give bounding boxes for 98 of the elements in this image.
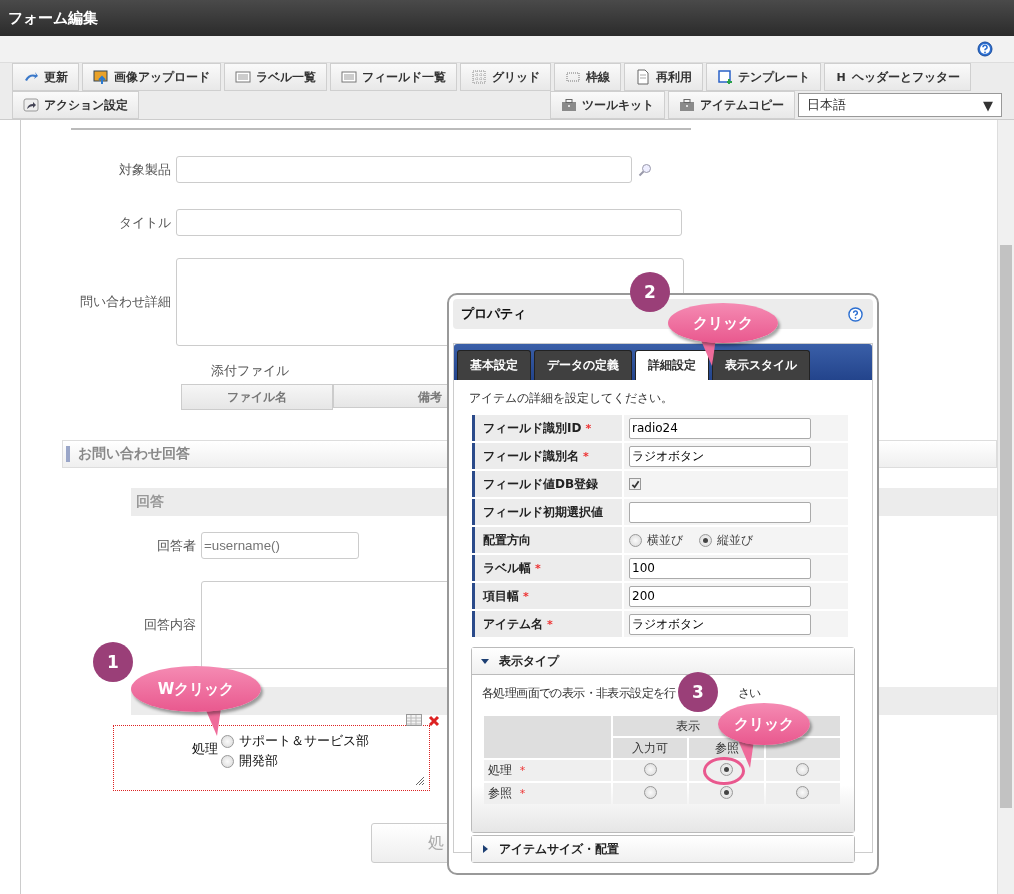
accordion-header[interactable]: アイテムサイズ・配置 [472, 836, 854, 862]
list-icon [341, 69, 357, 85]
input-field[interactable]: 200 [629, 585, 811, 607]
radio-button[interactable] [221, 754, 234, 768]
radio-button[interactable] [629, 533, 642, 547]
instruction-text: 各処理画面での表示・非表示設定を行 [482, 685, 676, 702]
radio-button[interactable] [720, 762, 734, 776]
checkbox[interactable] [629, 478, 641, 490]
column-header: 表示 [676, 718, 701, 733]
table-icon[interactable] [406, 714, 422, 726]
property-label: ラベル幅 [483, 559, 531, 577]
toolbar-button[interactable]: 更新 [12, 63, 79, 91]
toolbar-button[interactable]: H ヘッダーとフッター [824, 63, 971, 91]
radio-button[interactable] [643, 762, 657, 776]
input-field[interactable]: =username() [201, 532, 359, 559]
panel-title: プロパティ [461, 305, 526, 323]
column-header: ファイル名 [181, 384, 333, 410]
scrollbar[interactable] [997, 120, 1014, 894]
window-title: フォーム編集 [8, 8, 98, 28]
list-icon [235, 69, 251, 85]
option-label: 開発部 [239, 752, 278, 770]
field-label: 回答者 [156, 536, 197, 555]
required-mark: * [523, 589, 529, 603]
tab[interactable]: 表示スタイル [712, 350, 810, 380]
grid-icon [471, 69, 487, 85]
radio-button[interactable] [643, 785, 657, 799]
input-field[interactable]: ラジオボタン [629, 445, 811, 467]
help-icon[interactable] [977, 41, 993, 57]
toolbar-button[interactable]: フィールド一覧 [330, 63, 457, 91]
tab[interactable]: 詳細設定 [635, 350, 709, 380]
row-label: 処理 [488, 763, 512, 777]
radio-button[interactable] [796, 762, 810, 776]
field-label: 回答内容 [143, 616, 197, 634]
field-label: タイトル [118, 213, 172, 232]
briefcase-icon [561, 97, 577, 113]
field-label: 対象製品 [118, 160, 172, 179]
column-header: 入力可 [632, 740, 669, 755]
toolbar-button[interactable]: ラベル一覧 [224, 63, 327, 91]
tab[interactable]: 基本設定 [457, 350, 531, 380]
tab[interactable]: データの定義 [534, 350, 632, 380]
close-icon[interactable] [428, 715, 440, 727]
toolbar-button[interactable]: グリッド [460, 63, 551, 91]
property-label: 配置方向 [483, 531, 531, 549]
toolbar-button[interactable]: アイテムコピー [668, 91, 795, 119]
scrollbar-thumb[interactable] [1000, 245, 1012, 808]
language-dropdown[interactable]: 日本語 ▼ [798, 93, 1002, 117]
row-label: 参照 [488, 786, 512, 800]
expand-arrow-icon [481, 845, 489, 853]
property-label: フィールド値DB登録 [483, 475, 599, 493]
radio-button[interactable] [796, 785, 810, 799]
option-label: サポート＆サービス部 [239, 732, 369, 750]
required-mark: * [547, 617, 553, 631]
property-label: 項目幅 [483, 587, 519, 605]
field-label: 問い合わせ詳細 [79, 293, 172, 311]
briefcase-icon [679, 97, 695, 113]
required-mark: * [583, 449, 589, 463]
item-label: 処理 [192, 740, 218, 758]
toolbar-button[interactable]: テンプレート [706, 63, 821, 91]
property-label: フィールド識別ID [483, 419, 582, 437]
subsection-title: 回答 [136, 493, 164, 511]
document-icon [635, 69, 651, 85]
attachment-label: 添付ファイル [211, 363, 289, 378]
property-label: アイテム名 [483, 615, 543, 633]
instruction-text: さい [737, 685, 761, 702]
radio-button[interactable] [699, 533, 712, 547]
input-field[interactable]: radio24 [629, 417, 811, 439]
toolbar-button[interactable]: ツールキット [550, 91, 665, 119]
input-field[interactable] [176, 156, 632, 183]
help-icon[interactable] [848, 306, 863, 322]
toolbar-button[interactable]: 再利用 [624, 63, 703, 91]
input-field[interactable]: ラジオボタン [629, 613, 811, 635]
property-label: フィールド初期選択値 [483, 503, 603, 521]
dotted-frame-icon [565, 69, 581, 85]
toolbar-button[interactable]: 枠線 [554, 63, 621, 91]
property-label: フィールド識別名 [483, 447, 579, 465]
required-mark: * [535, 561, 541, 575]
input-field[interactable]: 100 [629, 557, 811, 579]
option-label: 横並び [647, 531, 683, 549]
option-label: 縦並び [717, 531, 753, 549]
input-field[interactable] [176, 209, 682, 236]
required-mark: * [585, 421, 592, 435]
search-icon[interactable] [638, 162, 652, 177]
radio-group-item[interactable]: 処理 サポート＆サービス部 開発部 [113, 725, 430, 791]
accordion-header[interactable]: 表示タイプ [472, 648, 854, 674]
required-mark: * [519, 787, 526, 800]
template-icon [717, 69, 733, 85]
toolbar-button[interactable]: アクション設定 [12, 91, 139, 119]
image-upload-icon [93, 69, 109, 85]
input-field[interactable] [629, 501, 811, 523]
collapse-arrow-icon [481, 657, 489, 665]
step-number-badge: 1 [93, 642, 133, 682]
radio-button[interactable] [221, 734, 234, 748]
radio-button[interactable] [720, 785, 734, 799]
section-title: お問い合わせ回答 [78, 445, 190, 463]
highlight-ring [703, 757, 745, 785]
required-mark: * [519, 764, 526, 777]
resize-handle-icon[interactable] [416, 777, 424, 785]
toolbar-button[interactable]: 画像アップロード [82, 63, 221, 91]
